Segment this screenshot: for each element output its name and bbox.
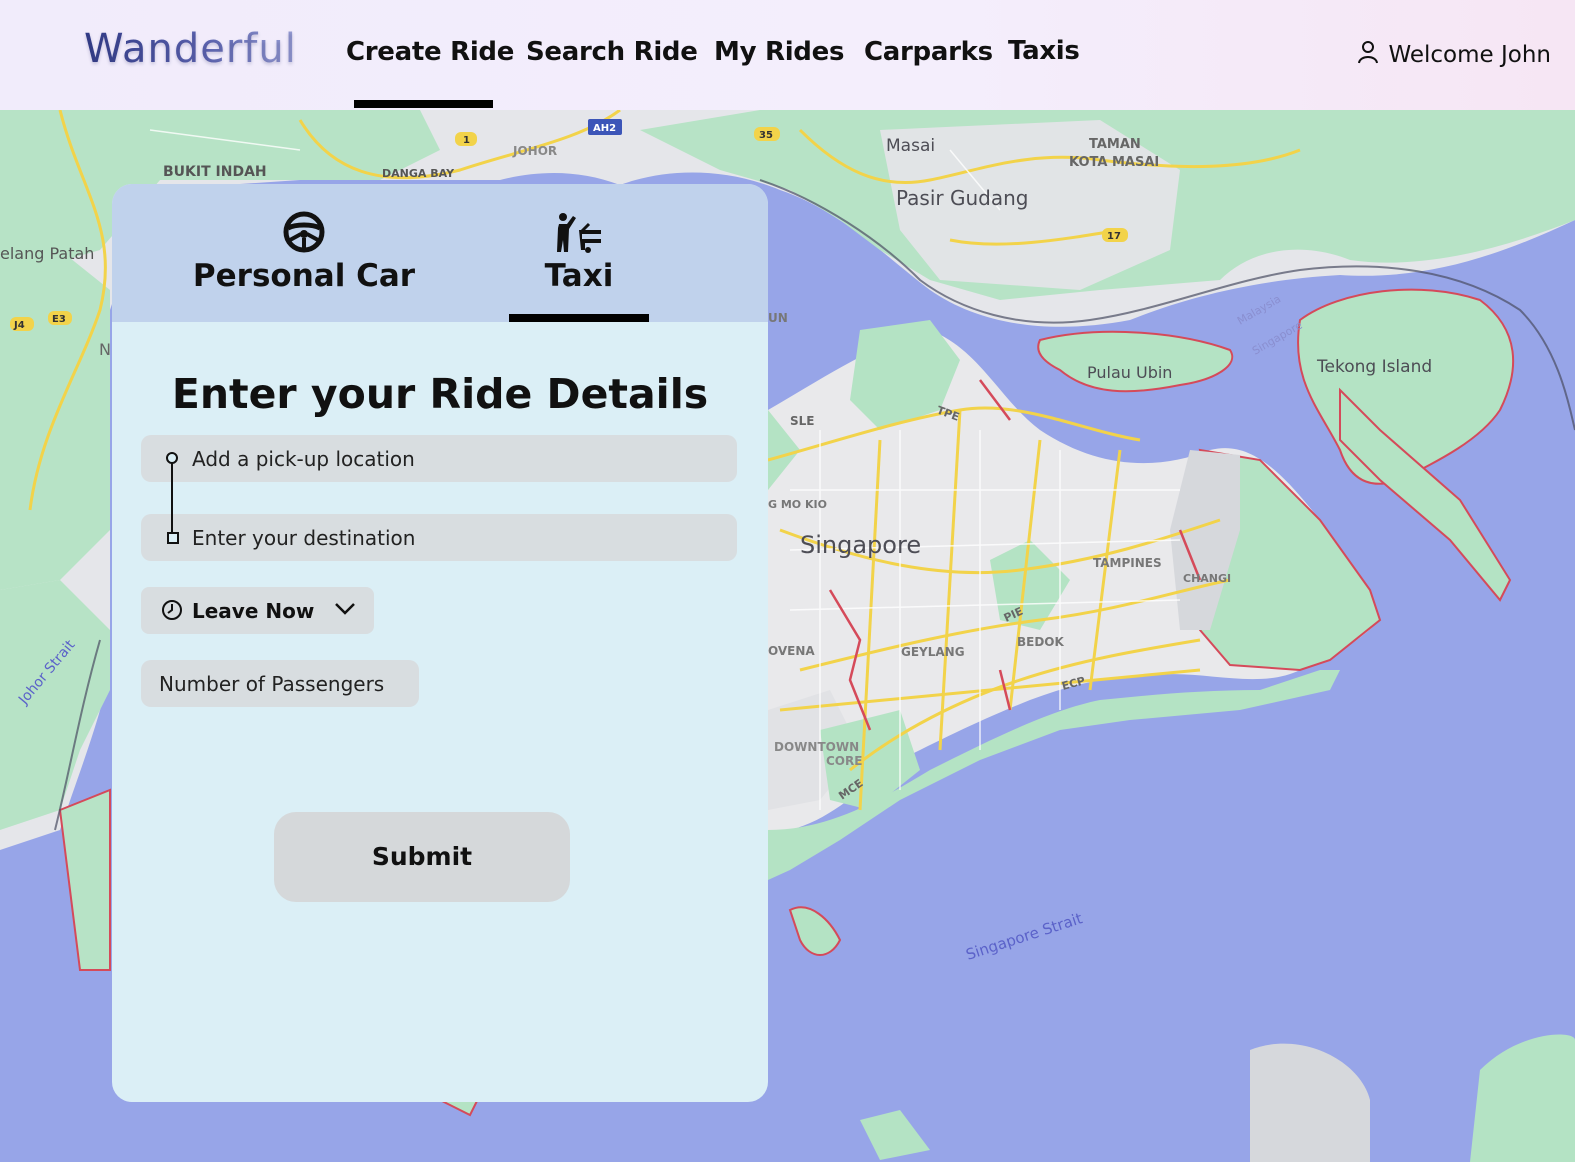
map-label-sle: SLE (790, 414, 815, 428)
taxi-hail-icon (555, 212, 603, 259)
destination-marker-icon (167, 532, 179, 544)
map-label-tampines: TAMPINES (1093, 556, 1162, 570)
steering-wheel-icon (282, 210, 326, 259)
nav-create-ride[interactable]: Create Ride (346, 37, 514, 67)
map-label-bukit-indah: BUKIT INDAH (163, 164, 267, 180)
destination-input[interactable]: Enter your destination (141, 514, 737, 561)
tab-personal-car-label: Personal Car (192, 258, 416, 294)
leave-time-selected: Leave Now (192, 599, 315, 623)
map-label-core: CORE (826, 754, 862, 768)
map-label-changi: CHANGI (1183, 572, 1231, 585)
passengers-placeholder: Number of Passengers (159, 672, 385, 696)
nav-search-ride[interactable]: Search Ride (526, 37, 698, 67)
map-label-kota-masai: KOTA MASAI (1069, 155, 1159, 170)
map-route-1: 1 (463, 135, 470, 146)
map-label-novena: OVENA (768, 644, 815, 658)
tab-personal-car[interactable]: Personal Car (182, 184, 426, 322)
tab-taxi[interactable]: Taxi (509, 184, 649, 322)
map-label-tekong-island: Tekong Island (1316, 357, 1432, 377)
ride-type-tabs: Personal Car Taxi (112, 184, 768, 322)
nav-active-indicator (354, 100, 493, 108)
submit-button[interactable]: Submit (274, 812, 570, 902)
map-label-un: UN (768, 311, 788, 325)
tab-active-indicator (509, 314, 649, 322)
map-label-geylang: GEYLANG (901, 645, 965, 659)
map-label-bedok: BEDOK (1017, 635, 1065, 649)
top-nav-bar: Wanderful Create Ride Search Ride My Rid… (0, 0, 1575, 110)
map-route-35: 35 (759, 130, 773, 141)
map-label-johor: JOHOR (512, 144, 557, 158)
user-menu[interactable]: Welcome John (1358, 40, 1551, 70)
map-label-masai: Masai (886, 136, 935, 156)
map-route-j4: J4 (13, 320, 25, 331)
map-label-ang-mo-kio: G MO KIO (768, 498, 827, 511)
leave-time-dropdown[interactable]: Leave Now (141, 587, 374, 634)
route-connector-line (171, 458, 173, 538)
pickup-location-input[interactable]: Add a pick-up location (141, 435, 737, 482)
ride-details-panel: Personal Car Taxi Enter your Ride Detail… (112, 184, 768, 1102)
nav-my-rides[interactable]: My Rides (714, 37, 844, 67)
passengers-input[interactable]: Number of Passengers (141, 660, 419, 707)
map-route-e3: E3 (52, 314, 66, 325)
map-route-17: 17 (1107, 231, 1121, 242)
nav-carparks[interactable]: Carparks (864, 37, 993, 67)
user-icon (1358, 40, 1379, 70)
map-label-n: N (99, 340, 111, 359)
map-label-danga-bay: DANGA BAY (382, 167, 455, 180)
map-route-ah2: AH2 (593, 123, 616, 134)
pickup-marker-icon (166, 452, 178, 464)
submit-button-label: Submit (371, 842, 473, 871)
pickup-placeholder: Add a pick-up location (192, 447, 415, 471)
nav-taxis[interactable]: Taxis (1008, 36, 1080, 66)
form-title: Enter your Ride Details (171, 370, 709, 418)
clock-icon (161, 599, 183, 626)
map-label-downtown: DOWNTOWN (774, 740, 859, 754)
map-label-taman: TAMAN (1089, 137, 1141, 152)
chevron-down-icon (334, 602, 356, 621)
map-label-singapore: Singapore (800, 531, 921, 559)
welcome-text: Welcome John (1388, 42, 1551, 68)
app-logo[interactable]: Wanderful (84, 26, 297, 72)
map-label-pasir-gudang: Pasir Gudang (896, 186, 1028, 210)
map-label-gelang-patah: elang Patah (0, 244, 94, 263)
tab-taxi-label: Taxi (544, 258, 614, 294)
destination-placeholder: Enter your destination (192, 526, 416, 550)
map-label-pulau-ubin: Pulau Ubin (1087, 363, 1172, 382)
